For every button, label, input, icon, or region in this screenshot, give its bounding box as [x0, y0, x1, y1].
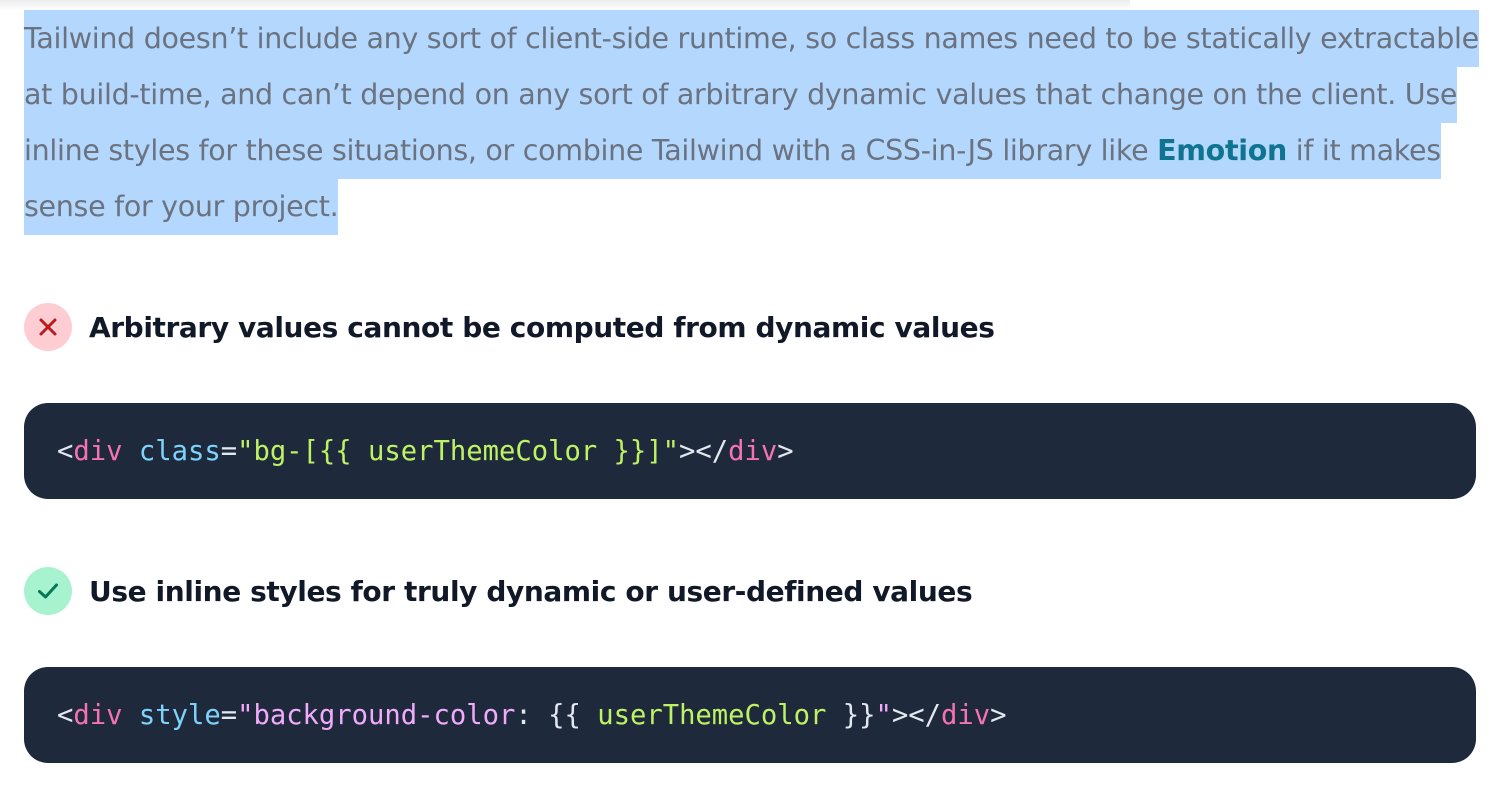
check-icon	[38, 583, 58, 599]
code-tag: div	[73, 435, 123, 467]
x-icon	[39, 318, 57, 336]
intro-paragraph: Tailwind doesn’t include any sort of cli…	[24, 10, 1489, 235]
good-example-title: Use inline styles for truly dynamic or u…	[89, 574, 973, 608]
code-token: }}	[842, 699, 876, 731]
code-token: ></	[891, 699, 941, 731]
good-example-code-block: <div style="background-color: {{ userThe…	[24, 667, 1476, 763]
emotion-link[interactable]: Emotion	[1157, 134, 1287, 167]
code-string: "	[237, 699, 254, 731]
bad-example-code-block: <div class="bg-[{{ userThemeColor }}]"><…	[24, 403, 1476, 499]
good-example-badge	[24, 567, 72, 615]
bad-example-heading: Arbitrary values cannot be computed from…	[24, 303, 995, 351]
code-string: "	[875, 699, 892, 731]
good-example-code: <div style="background-color: {{ userThe…	[57, 700, 1006, 731]
code-token: =	[220, 435, 238, 467]
code-attr: class	[138, 435, 221, 467]
code-variable: userThemeColor	[580, 699, 843, 731]
code-token: <	[57, 435, 74, 467]
code-attr: style	[138, 699, 221, 731]
code-tag: div	[941, 699, 991, 731]
good-example-heading: Use inline styles for truly dynamic or u…	[24, 567, 973, 615]
code-token: <	[57, 699, 74, 731]
bad-example-badge	[24, 303, 72, 351]
code-tag: div	[728, 435, 778, 467]
code-token: :	[515, 699, 549, 731]
code-token: >	[777, 435, 794, 467]
code-token: ></	[679, 435, 729, 467]
code-string: "bg-[{{ userThemeColor }}]"	[237, 435, 680, 467]
code-css-property: background-color	[253, 699, 516, 731]
code-token: >	[990, 699, 1007, 731]
code-tag: div	[73, 699, 123, 731]
code-token: =	[220, 699, 238, 731]
bad-example-title: Arbitrary values cannot be computed from…	[89, 310, 995, 344]
bad-example-code: <div class="bg-[{{ userThemeColor }}]"><…	[57, 436, 794, 467]
selected-text-highlight: Tailwind doesn’t include any sort of cli…	[24, 10, 1479, 235]
top-shadow	[0, 0, 1130, 10]
code-token: {{	[548, 699, 581, 731]
